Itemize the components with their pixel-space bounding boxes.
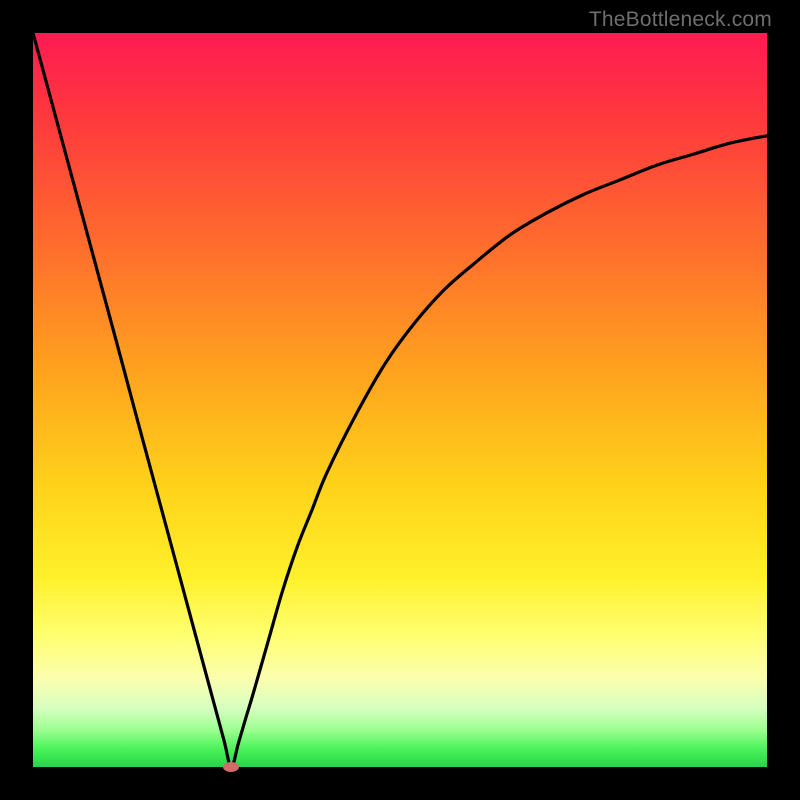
minimum-marker: [223, 762, 239, 772]
watermark-text: TheBottleneck.com: [589, 8, 772, 32]
chart-frame: TheBottleneck.com: [0, 0, 800, 800]
plot-area: [33, 33, 767, 767]
bottleneck-curve: [33, 33, 767, 767]
